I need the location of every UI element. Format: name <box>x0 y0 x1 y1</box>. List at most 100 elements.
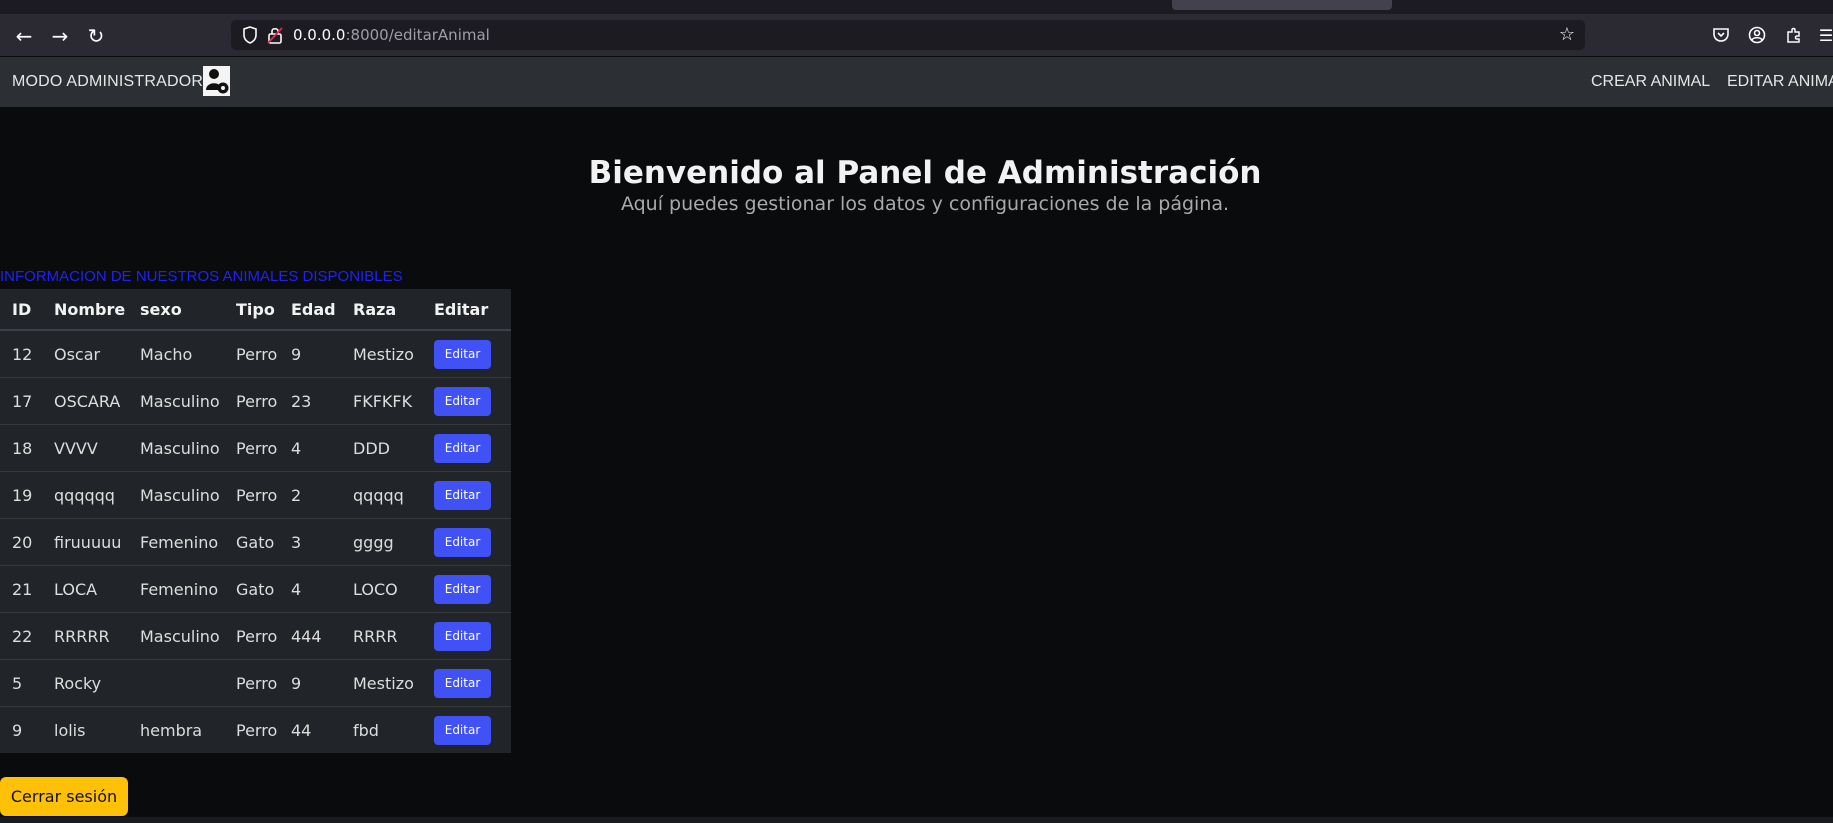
cell-nombre: Oscar <box>42 330 128 378</box>
cell-id: 18 <box>0 424 42 472</box>
animals-table-container: ID Nombre sexo Tipo Edad Raza Editar 12 O… <box>0 289 511 753</box>
cell-editar: Editar <box>422 471 511 519</box>
edit-button[interactable]: Editar <box>434 621 491 651</box>
browser-toolbar: ← → ↻ 0.0.0.0:8000/editarAnimal ☆ ☰ <box>0 14 1833 57</box>
edit-button[interactable]: Editar <box>434 433 491 463</box>
cell-raza: RRRR <box>341 612 422 660</box>
bookmark-star-icon[interactable]: ☆ <box>1559 24 1575 45</box>
column-header-id: ID <box>0 289 42 331</box>
nav-link-crear-animal[interactable]: CREAR ANIMAL <box>1591 73 1710 91</box>
reload-icon[interactable]: ↻ <box>82 22 110 50</box>
column-header-tipo: Tipo <box>224 289 279 331</box>
browser-tab-active[interactable] <box>1172 0 1392 10</box>
cell-edad: 23 <box>279 377 341 425</box>
cell-tipo: Perro <box>224 659 279 707</box>
cell-nombre: VVVV <box>42 424 128 472</box>
cell-editar: Editar <box>422 707 511 754</box>
cell-sexo: Masculino <box>128 424 224 472</box>
cell-tipo: Perro <box>224 377 279 425</box>
cell-raza: Mestizo <box>341 659 422 707</box>
cell-edad: 3 <box>279 518 341 566</box>
app-navbar: MODO ADMINISTRADOR CREAR ANIMAL EDITAR A… <box>0 57 1833 107</box>
table-row: 21 LOCA Femenino Gato 4 LOCO Editar <box>0 565 511 613</box>
cell-id: 9 <box>12 720 23 740</box>
cell-raza: Mestizo <box>341 330 422 378</box>
cell-id: 12 <box>0 330 42 378</box>
edit-button[interactable]: Editar <box>434 386 491 416</box>
page-title: Bienvenido al Panel de Administración <box>588 155 1262 191</box>
edit-button[interactable]: Editar <box>434 480 491 510</box>
cell-id: 21 <box>0 565 42 613</box>
browser-tabstrip <box>0 0 1833 14</box>
cell-sexo <box>128 659 224 707</box>
table-row: 17 OSCARA Masculino Perro 23 FKFKFK Editar <box>0 377 511 425</box>
admin-user-gear-icon <box>203 66 230 96</box>
cell-sexo: Masculino <box>128 471 224 519</box>
menu-icon[interactable]: ☰ <box>1819 24 1833 46</box>
cell-edad: 4 <box>279 565 341 613</box>
cell-id: 19 <box>0 471 42 519</box>
cell-sexo: Masculino <box>128 612 224 660</box>
cell-tipo: Perro <box>224 471 279 519</box>
table-row: 18 VVVV Masculino Perro 4 DDD Editar <box>0 424 511 472</box>
url-text[interactable]: 0.0.0.0:8000/editarAnimal <box>293 26 490 44</box>
cell-raza: qqqqq <box>341 471 422 519</box>
edit-button[interactable]: Editar <box>434 574 491 604</box>
edit-button[interactable]: Editar <box>434 527 491 557</box>
table-row: 5 Rocky Perro 9 Mestizo Editar <box>0 659 511 707</box>
cell-tipo: Gato <box>224 518 279 566</box>
cell-nombre: Rocky <box>42 659 128 707</box>
pocket-icon[interactable] <box>1710 24 1732 46</box>
cell-editar: Editar <box>422 659 511 707</box>
cell-edad: 2 <box>279 471 341 519</box>
cell-nombre: firuuuuu <box>42 518 128 566</box>
edit-button[interactable]: Editar <box>434 339 491 369</box>
page-bottom-edge <box>0 817 1833 823</box>
cell-tipo: Perro <box>224 612 279 660</box>
cell-sexo: Masculino <box>128 377 224 425</box>
page-subtitle: Aquí puedes gestionar los datos y config… <box>620 193 1230 215</box>
url-host: 0.0.0.0 <box>293 26 346 44</box>
cell-nombre: lolis <box>54 720 86 740</box>
cell-nombre: OSCARA <box>42 377 128 425</box>
table-caption: INFORMACION DE NUESTROS ANIMALES DISPONI… <box>0 268 403 285</box>
table-row: 9 lolis hembra Perro 44 fbd Editar <box>0 707 511 754</box>
cell-tipo: Perro <box>224 424 279 472</box>
cell-tipo: Perro <box>224 330 279 378</box>
account-icon[interactable] <box>1746 24 1768 46</box>
cell-nombre: LOCA <box>42 565 128 613</box>
cell-edad: 444 <box>279 612 341 660</box>
column-header-raza: Raza <box>341 289 422 331</box>
cell-raza: FKFKFK <box>341 377 422 425</box>
back-icon[interactable]: ← <box>10 22 38 50</box>
cell-id: 5 <box>0 659 42 707</box>
nav-link-editar-animal[interactable]: EDITAR ANIMA <box>1727 73 1833 91</box>
cell-sexo: Femenino <box>128 565 224 613</box>
table-row: 12 Oscar Macho Perro 9 Mestizo Editar <box>0 330 511 378</box>
cell-editar: Editar <box>422 330 511 378</box>
cell-nombre: RRRRR <box>42 612 128 660</box>
table-row: 22 RRRRR Masculino Perro 444 RRRR Editar <box>0 612 511 660</box>
cell-tipo: Perro <box>236 720 278 740</box>
forward-icon[interactable]: → <box>46 22 74 50</box>
edit-button[interactable]: Editar <box>434 668 491 698</box>
column-header-nombre: Nombre <box>42 289 128 331</box>
cell-sexo: Femenino <box>128 518 224 566</box>
cell-sexo: Macho <box>128 330 224 378</box>
url-path: :8000/editarAnimal <box>345 26 490 44</box>
cell-tipo: Gato <box>224 565 279 613</box>
url-bar[interactable]: 0.0.0.0:8000/editarAnimal ☆ <box>231 20 1585 50</box>
cell-editar: Editar <box>422 424 511 472</box>
cell-edad: 9 <box>279 659 341 707</box>
cell-id: 20 <box>0 518 42 566</box>
edit-button[interactable]: Editar <box>434 715 491 745</box>
logout-button[interactable]: Cerrar sesión <box>0 777 128 816</box>
cell-id: 17 <box>0 377 42 425</box>
lock-insecure-icon[interactable] <box>267 25 283 45</box>
cell-editar: Editar <box>422 377 511 425</box>
cell-nombre: qqqqqq <box>42 471 128 519</box>
shield-icon[interactable] <box>241 25 259 45</box>
navbar-brand[interactable]: MODO ADMINISTRADOR <box>12 73 203 91</box>
extensions-icon[interactable] <box>1783 24 1805 46</box>
cell-raza: fbd <box>353 720 379 740</box>
